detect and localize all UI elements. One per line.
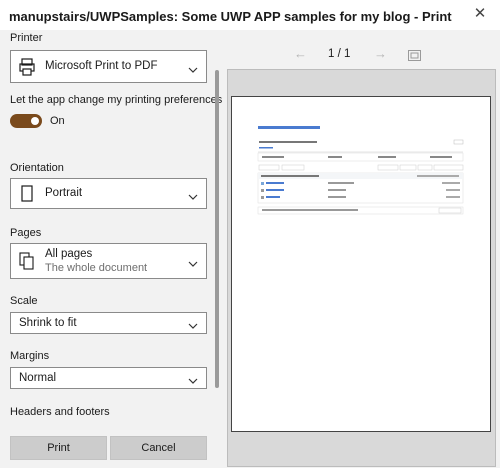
scale-select[interactable]: Shrink to fit (10, 312, 207, 334)
preview-page-content (257, 126, 464, 215)
printer-value: Microsoft Print to PDF (45, 60, 158, 72)
headers-footers-label: Headers and footers (10, 406, 110, 418)
fit-page-icon[interactable] (408, 48, 421, 61)
chevron-down-icon (188, 189, 198, 200)
settings-pane: Printer Microsoft Print to PDF Let the a… (0, 30, 222, 468)
margins-value: Normal (19, 372, 57, 384)
window-title: manupstairs/UWPSamples: Some UWP APP sam… (9, 9, 452, 24)
page-counter: 1 / 1 (328, 48, 351, 60)
pages-sub: The whole document (45, 262, 148, 274)
title-bar: manupstairs/UWPSamples: Some UWP APP sam… (0, 0, 500, 30)
cancel-button[interactable]: Cancel (110, 436, 207, 460)
pages-label: Pages (10, 227, 42, 239)
printer-label: Printer (10, 32, 43, 44)
print-preview-frame (227, 69, 496, 467)
margins-label: Margins (10, 350, 50, 362)
scale-label: Scale (10, 295, 38, 307)
close-button[interactable]: ✕ (470, 4, 490, 24)
pages-select[interactable]: All pages The whole document (10, 243, 207, 279)
orientation-label: Orientation (10, 162, 64, 174)
toggle-knob (31, 117, 39, 125)
preview-page (231, 96, 491, 432)
scale-value: Shrink to fit (19, 317, 77, 329)
settings-scrollbar[interactable] (215, 70, 219, 388)
print-button[interactable]: Print (10, 436, 107, 460)
printer-icon (19, 57, 35, 76)
chevron-down-icon (188, 62, 198, 73)
printer-select[interactable]: Microsoft Print to PDF (10, 50, 207, 83)
pages-icon (19, 252, 35, 270)
toggle-state-label: On (50, 115, 65, 127)
orientation-select[interactable]: Portrait (10, 178, 207, 209)
next-page-button[interactable]: → (374, 46, 387, 61)
margins-select[interactable]: Normal (10, 367, 207, 389)
chevron-down-icon (188, 256, 198, 267)
chevron-down-icon (188, 318, 198, 329)
preview-pane: ← 1 / 1 → (222, 30, 500, 468)
orientation-value: Portrait (45, 187, 83, 199)
chevron-down-icon (188, 373, 198, 384)
preferences-toggle[interactable] (10, 114, 42, 128)
previous-page-button[interactable]: ← (294, 46, 307, 61)
preferences-label: Let the app change my printing preferenc… (10, 94, 223, 106)
portrait-page-icon (19, 184, 35, 203)
pages-value: All pages (45, 248, 93, 260)
